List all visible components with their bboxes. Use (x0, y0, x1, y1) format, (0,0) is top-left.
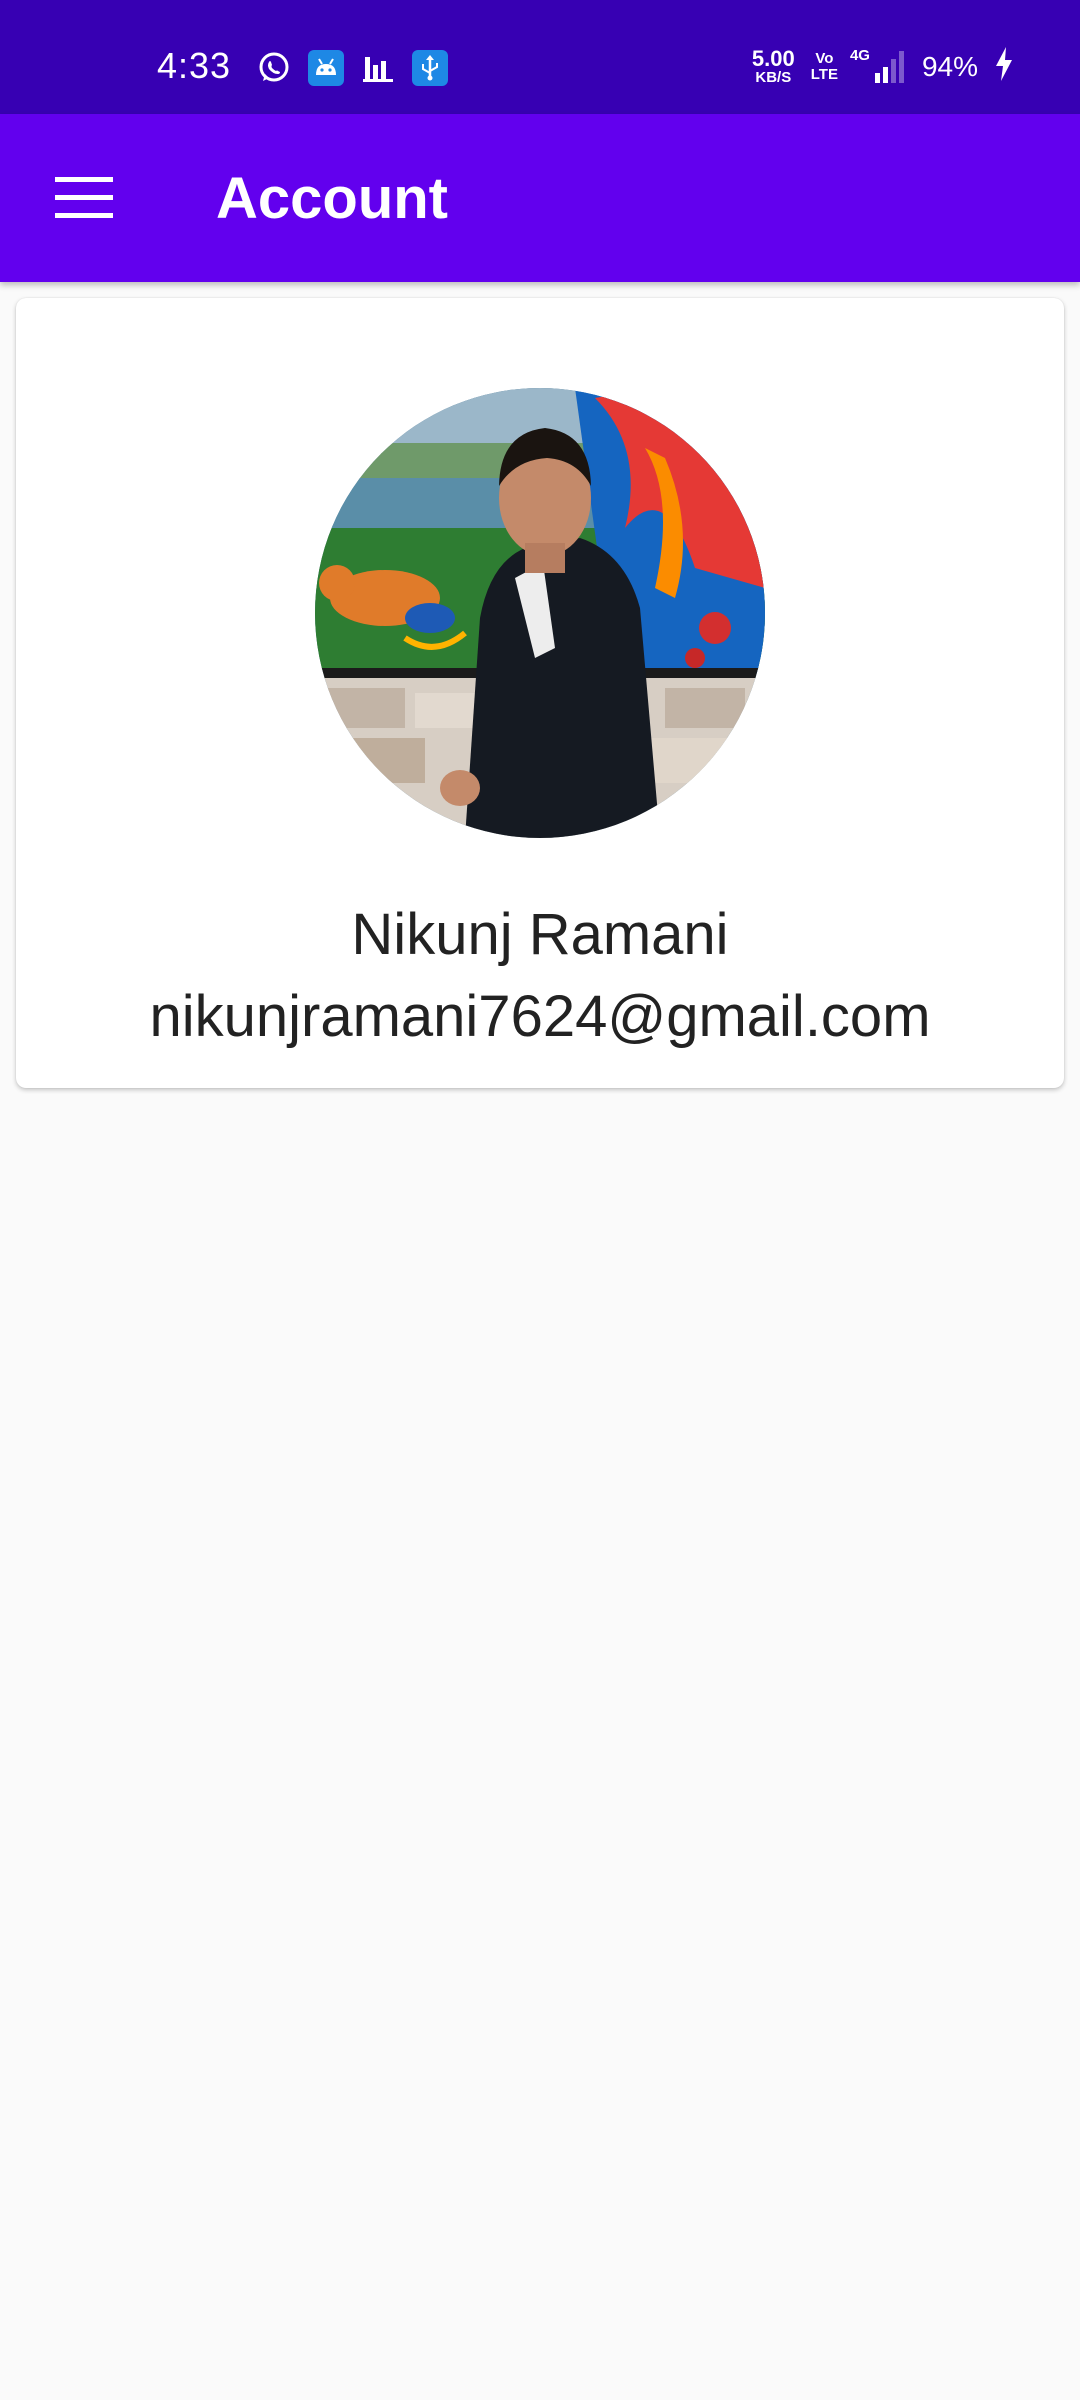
android-icon (308, 50, 344, 86)
signal-strength-icon: 4G (850, 47, 906, 83)
usb-icon (412, 50, 448, 86)
network-speed-value: 5.00 (751, 46, 795, 71)
app-bar: Account (0, 114, 1080, 282)
status-bar: 4:33 5.00 KB/S Vo LTE 4G 94% (0, 0, 1080, 114)
page-title: Account (216, 166, 448, 231)
status-time: 4:33 (157, 45, 232, 86)
whatsapp-icon (256, 50, 292, 86)
network-speed-unit: KB/S (755, 69, 792, 86)
network-speed: 5.00 KB/S (751, 46, 795, 86)
profile-avatar (315, 388, 765, 838)
profile-name: Nikunj Ramani (351, 902, 729, 967)
volte-bottom-label: LTE (810, 65, 838, 83)
bar-chart-icon (360, 50, 396, 86)
profile-card: Nikunj Ramani nikunjramani7624@gmail.com (16, 298, 1064, 1088)
hamburger-menu-icon (55, 177, 113, 218)
profile-email: nikunjramani7624@gmail.com (149, 984, 931, 1049)
network-type-label: 4G (849, 46, 870, 64)
volte-top-label: Vo (815, 49, 834, 67)
notification-icons (256, 50, 448, 86)
volte-indicator: Vo LTE (810, 49, 838, 83)
battery-percentage: 94% (921, 50, 978, 82)
status-indicators: 5.00 KB/S Vo LTE 4G 94% (752, 46, 1014, 87)
charging-icon (994, 46, 1014, 87)
hamburger-menu-button[interactable] (40, 158, 128, 238)
